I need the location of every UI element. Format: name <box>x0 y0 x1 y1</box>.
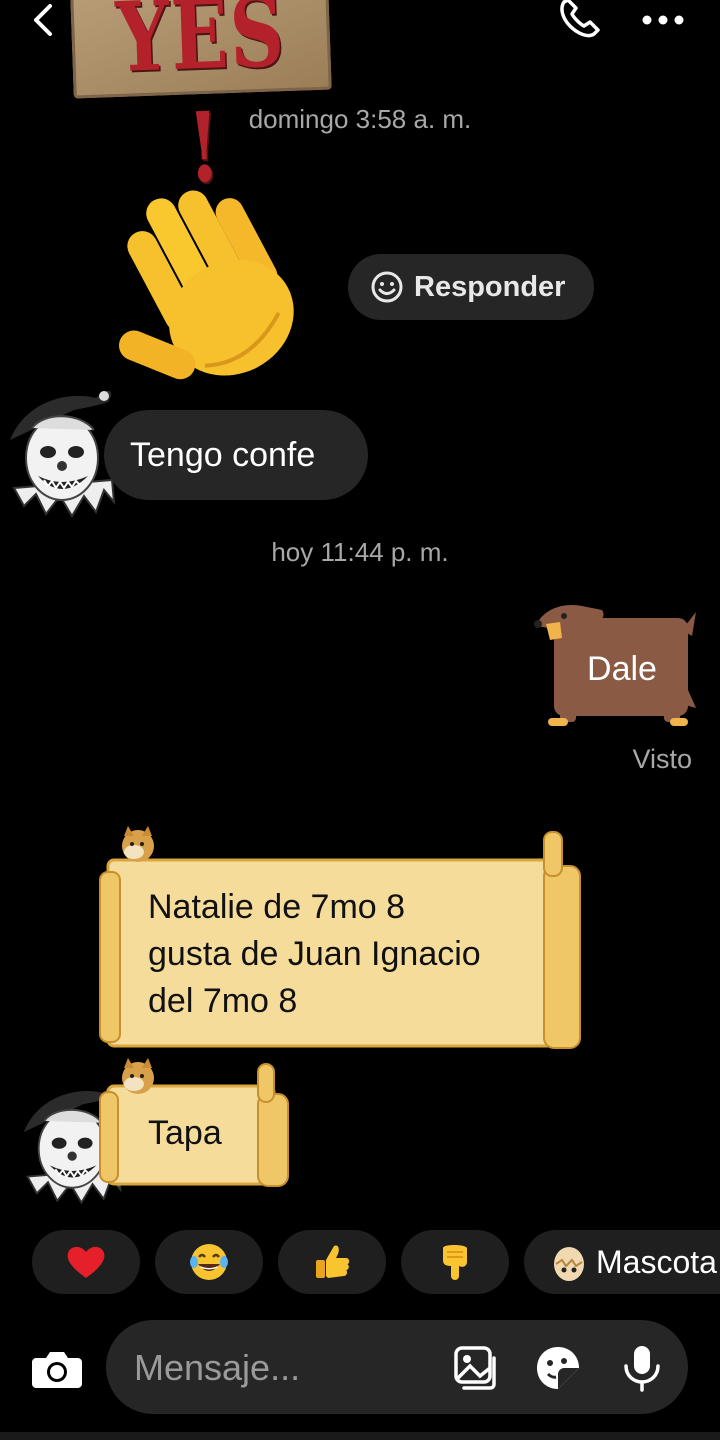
quick-reaction-point-down[interactable] <box>401 1230 509 1294</box>
laughing-tears-icon <box>190 1244 228 1280</box>
pet-label: Mascota <box>596 1243 717 1280</box>
voice-message-button[interactable] <box>618 1344 666 1392</box>
message-text: Natalie de 7mo 8 gusta de Juan Ignacio d… <box>148 888 481 1020</box>
call-button[interactable] <box>556 0 604 42</box>
waving-hand-sticker[interactable] <box>102 174 322 394</box>
phone-icon <box>560 0 600 38</box>
message-text: Tengo confe <box>130 435 316 474</box>
quick-reaction-laugh[interactable] <box>155 1230 263 1294</box>
red-heart-icon <box>67 1246 105 1278</box>
timestamp-today: hoy 11:44 p. m. <box>271 537 449 567</box>
message-input[interactable] <box>132 1342 436 1394</box>
more-horizontal-icon <box>642 15 684 25</box>
microphone-icon <box>624 1346 660 1392</box>
timestamp-sunday: domingo 3:58 a. m. <box>248 104 472 134</box>
camera-icon <box>32 1352 82 1388</box>
sticker-icon <box>537 1347 579 1389</box>
quick-reaction-heart[interactable] <box>32 1230 140 1294</box>
reply-button[interactable]: Responder <box>348 254 594 320</box>
pointing-down-icon <box>443 1245 467 1280</box>
reply-button-label: Responder <box>414 270 566 303</box>
quick-reaction-thumbs-up[interactable] <box>278 1230 386 1294</box>
message-text: Tapa <box>148 1114 222 1152</box>
gallery-button[interactable] <box>452 1344 500 1392</box>
sticker-button[interactable] <box>534 1344 582 1392</box>
seen-status: Visto <box>632 744 692 774</box>
thumbs-up-icon <box>316 1245 350 1278</box>
quick-reaction-pet[interactable]: Mascota <box>524 1230 720 1294</box>
chevron-left-icon <box>34 4 52 36</box>
gallery-icon <box>454 1346 496 1390</box>
camera-button[interactable] <box>26 1338 88 1400</box>
back-button[interactable] <box>28 0 64 40</box>
bottom-edge <box>0 1432 720 1440</box>
smiley-icon <box>371 271 403 303</box>
waving-hand-icon <box>118 190 294 380</box>
yes-sticker: YES ! <box>70 0 332 205</box>
more-options-button[interactable] <box>640 10 686 30</box>
egg-pet-icon <box>554 1247 584 1281</box>
message-text: Dale <box>587 650 657 688</box>
message-composer <box>106 1320 688 1414</box>
message-bubble-incoming[interactable]: Tengo confe <box>104 410 368 500</box>
